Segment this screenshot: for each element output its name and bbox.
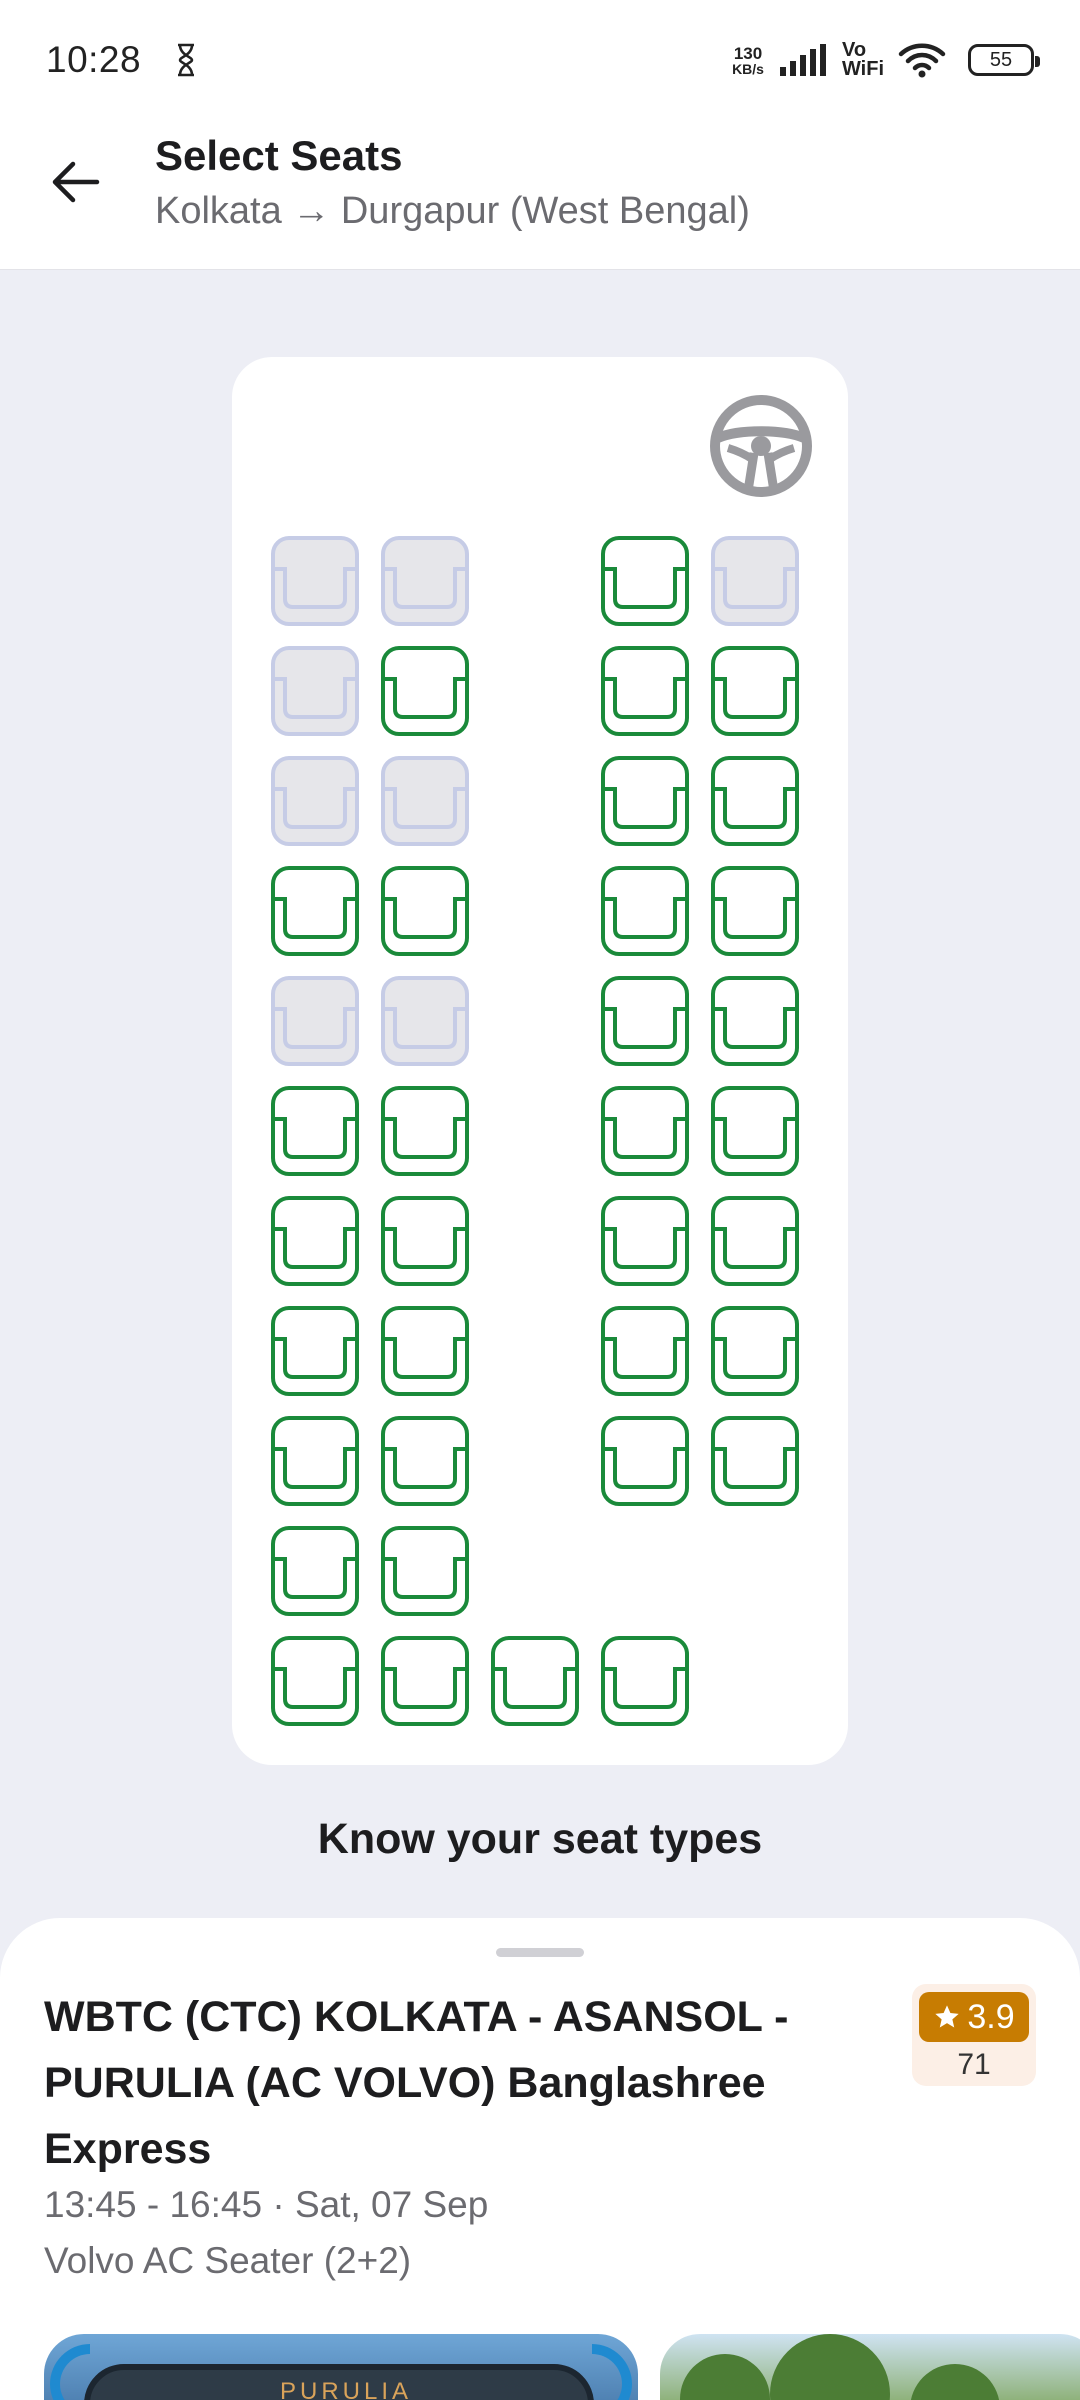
bus-type: Volvo AC Seater (2+2) [44,2240,412,2281]
seat-available[interactable] [710,865,800,957]
seat-available[interactable] [270,1305,360,1397]
seat-available[interactable] [380,865,470,957]
wifi-icon [898,43,946,78]
star-icon [935,2005,960,2028]
seat-available[interactable] [710,975,800,1067]
bus-details-sheet: WBTC (CTC) KOLKATA - ASANSOL - PURULIA (… [0,1918,1080,2400]
vowifi-indicator: Vo WiFi [841,40,884,80]
seat-available[interactable] [270,1415,360,1507]
seat-available[interactable] [600,1415,690,1507]
seat-layout-card [232,357,848,1765]
tree-shape [910,2364,1000,2400]
seat-available[interactable] [600,1085,690,1177]
seat-available[interactable] [270,1635,360,1727]
signal-icon [779,44,826,76]
sheet-drag-handle[interactable] [496,1948,584,1957]
rating-count: 71 [957,2048,991,2081]
bus-mirror-left [50,2344,90,2400]
seat-available[interactable] [380,645,470,737]
rating-badge: 3.9 [919,1992,1029,2042]
seat-available[interactable] [490,1635,580,1727]
rating-card[interactable]: 3.9 71 [912,1984,1036,2086]
seat-available[interactable] [600,535,690,627]
seat-booked [381,976,469,1066]
trip-timing: 13:45 - 16:45 · Sat, 07 Sep [44,2184,489,2225]
seat-available[interactable] [600,975,690,1067]
seat-booked [271,536,359,626]
seat-available[interactable] [600,865,690,957]
seat-available[interactable] [600,755,690,847]
hourglass-icon [178,43,195,77]
bus-destination-board: PURULIA [280,2378,413,2400]
seat-booked [271,646,359,736]
seat-booked [381,756,469,846]
seat-available[interactable] [270,1525,360,1617]
bus-windshield: PURULIA [84,2364,594,2400]
seat-available[interactable] [270,865,360,957]
seat-available[interactable] [380,1415,470,1507]
seat-types-heading[interactable]: Know your seat types [0,1815,1080,1864]
seat-available[interactable] [270,1195,360,1287]
bus-photo[interactable] [660,2334,1080,2400]
bus-photo[interactable]: PURULIA [44,2334,638,2400]
seat-available[interactable] [710,755,800,847]
seat-available[interactable] [380,1305,470,1397]
tree-shape [770,2334,890,2400]
seat-available[interactable] [710,1085,800,1177]
seat-available[interactable] [710,1305,800,1397]
battery-icon: 55 [968,44,1040,76]
bus-name: WBTC (CTC) KOLKATA - ASANSOL - PURULIA (… [44,1993,789,2173]
seat-available[interactable] [380,1085,470,1177]
seat-available[interactable] [600,645,690,737]
network-speed-unit: KB/s [732,60,764,77]
status-icons: 130 KB/s Vo WiFi 55 [732,40,1040,80]
seat-booked [381,536,469,626]
seat-available[interactable] [710,1195,800,1287]
app-header: Select Seats Kolkata → Durgapur (West Be… [0,120,1080,270]
seat-available[interactable] [270,1085,360,1177]
status-bar: 10:28 130 KB/s Vo WiFi 55 [0,0,1080,120]
seat-available[interactable] [600,1195,690,1287]
seat-available[interactable] [380,1525,470,1617]
seat-booked [271,756,359,846]
back-button[interactable] [46,152,106,212]
seat-available[interactable] [380,1635,470,1727]
status-time: 10:28 [46,39,142,80]
battery-level: 55 [989,48,1013,71]
seat-available[interactable] [710,1415,800,1507]
vowifi-line2: WiFi [841,58,884,80]
network-speed-value: 130 [733,43,763,63]
rating-value: 3.9 [967,1997,1015,2036]
network-speed: 130 KB/s [732,45,764,76]
seat-available[interactable] [380,1195,470,1287]
steering-wheel-icon [710,395,812,497]
seat-available[interactable] [600,1635,690,1727]
page-title: Select Seats [155,132,403,179]
seat-booked [711,536,799,626]
seat-available[interactable] [710,645,800,737]
arrow-left-icon [52,161,100,203]
route-subtitle: Kolkata → Durgapur (West Bengal) [155,190,750,232]
screen: 10:28 130 KB/s Vo WiFi 55 Select Seats K… [0,0,1080,2400]
seat-available[interactable] [600,1305,690,1397]
tree-shape [680,2354,770,2400]
bus-mirror-right [592,2344,632,2400]
seat-booked [271,976,359,1066]
